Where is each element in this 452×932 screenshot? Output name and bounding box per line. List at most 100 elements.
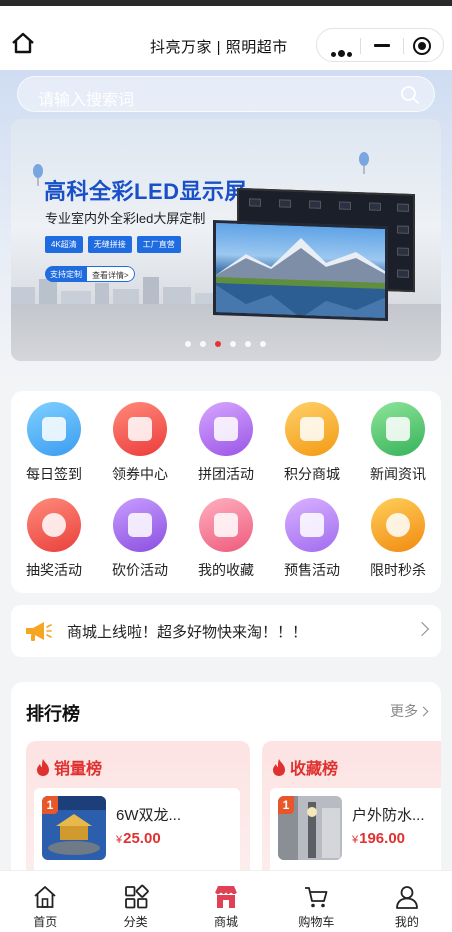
- grid-item-label: 预售活动: [284, 562, 340, 578]
- function-grid: 每日签到 领券中心 拼团活动 积分商城 新闻资讯 抽奖活动 砍价活动 我的收藏 …: [11, 391, 441, 593]
- balloon-icon: [359, 152, 369, 174]
- grid-item-label: 领券中心: [112, 466, 168, 482]
- grid-item-group-buy[interactable]: 拼团活动: [183, 391, 269, 485]
- tab-label: 我的: [394, 915, 419, 929]
- banner-cta[interactable]: 支持定制 查看详情>: [45, 266, 135, 282]
- points-wallet-icon: [285, 402, 339, 456]
- search-placeholder: 请输入搜索词: [38, 92, 135, 109]
- category-grid-icon: [124, 884, 149, 909]
- banner-tag: 工厂直营: [136, 236, 181, 253]
- pager-dot[interactable]: [185, 341, 191, 347]
- pager-dot[interactable]: [200, 341, 206, 347]
- product-name: 6W双龙...: [116, 807, 182, 824]
- home-icon[interactable]: [10, 30, 36, 56]
- chevron-right-icon: [418, 706, 429, 717]
- banner-tags: 4K超清 无缝拼接 工厂直营: [45, 236, 181, 253]
- page-title: 抖亮万家 | 照明超市: [150, 39, 288, 56]
- grid-item-label: 拼团活动: [198, 466, 254, 482]
- product-thumbnail: 1: [278, 796, 342, 860]
- ranking-product-card[interactable]: 1 6W双龙... ¥25.00: [34, 788, 240, 878]
- product-name: 户外防水...: [352, 807, 425, 824]
- grid-item-label: 新闻资讯: [370, 466, 426, 482]
- ranking-section: 排行榜 更多 销量榜 1 6W双龙... ¥25.00 收藏榜 1 户外防水..…: [11, 682, 441, 882]
- tab-label: 分类: [123, 915, 148, 929]
- tab-label: 首页: [33, 915, 58, 929]
- megaphone-icon: [26, 622, 52, 641]
- home-icon: [34, 886, 56, 908]
- currency-symbol: ¥: [352, 834, 359, 846]
- sales-ranking-list[interactable]: 销量榜 1 6W双龙... ¥25.00: [26, 741, 250, 882]
- sales-ranking-title: 销量榜: [54, 761, 103, 778]
- grid-item-label: 砍价活动: [112, 562, 168, 578]
- grid-item-label: 我的收藏: [198, 562, 254, 578]
- grid-item-presale[interactable]: 预售活动: [269, 487, 355, 581]
- group-buy-bag-icon: [199, 402, 253, 456]
- product-price: ¥25.00: [116, 830, 161, 847]
- grid-item-coupon-center[interactable]: 领券中心: [97, 391, 183, 485]
- grid-item-favorites[interactable]: 我的收藏: [183, 487, 269, 581]
- grid-item-flash-sale[interactable]: 限时秒杀: [355, 487, 441, 581]
- banner-cta-left: 支持定制: [45, 266, 87, 282]
- flash-sale-alarm-icon: [371, 498, 425, 552]
- tab-label: 商城: [214, 915, 239, 929]
- grid-item-label: 每日签到: [26, 466, 82, 482]
- notice-text: 商城上线啦！超多好物快来淘！！！: [67, 624, 308, 641]
- pager-dot[interactable]: [230, 341, 236, 347]
- presale-clock-icon: [285, 498, 339, 552]
- lucky-wheel-icon: [27, 498, 81, 552]
- rank-number-badge: 1: [278, 796, 294, 814]
- minimize-icon[interactable]: [374, 44, 390, 47]
- chevron-right-icon: [414, 621, 430, 637]
- pager-dot[interactable]: [260, 341, 266, 347]
- product-thumbnail: 1: [42, 796, 106, 860]
- banner-tag: 4K超清: [45, 236, 83, 253]
- rank-number-badge: 1: [42, 796, 58, 814]
- banner-title: 高科全彩LED显示屏: [44, 179, 248, 204]
- favorites-ranking-title: 收藏榜: [290, 761, 339, 778]
- grid-item-news[interactable]: 新闻资讯: [355, 391, 441, 485]
- favorites-star-icon: [199, 498, 253, 552]
- grid-item-points-mall[interactable]: 积分商城: [269, 391, 355, 485]
- currency-symbol: ¥: [116, 834, 123, 846]
- search-input[interactable]: 请输入搜索词: [17, 76, 435, 112]
- bargain-knife-icon: [113, 498, 167, 552]
- bottom-tab-bar: 首页 分类 商城 购物车 我的: [0, 870, 452, 932]
- pager-dot-active[interactable]: [215, 341, 221, 347]
- favorites-ranking-list[interactable]: 收藏榜 1 户外防水... ¥196.00: [262, 741, 441, 882]
- price-value: 196.00: [359, 830, 406, 847]
- tab-category[interactable]: 分类: [90, 871, 180, 932]
- pager-dot[interactable]: [245, 341, 251, 347]
- tab-mine[interactable]: 我的: [362, 871, 452, 932]
- grid-item-lottery[interactable]: 抽奖活动: [11, 487, 97, 581]
- grid-item-label: 抽奖活动: [26, 562, 82, 578]
- price-value: 25.00: [123, 830, 161, 847]
- calendar-check-icon: [27, 402, 81, 456]
- tab-home[interactable]: 首页: [0, 871, 90, 932]
- shop-store-icon: [214, 886, 238, 908]
- flame-icon: [37, 759, 49, 776]
- notice-bar[interactable]: 商城上线啦！超多好物快来淘！！！: [11, 605, 441, 657]
- cart-icon: [305, 887, 328, 908]
- ranking-title: 排行榜: [26, 704, 80, 724]
- grid-item-daily-checkin[interactable]: 每日签到: [11, 391, 97, 485]
- close-program-icon[interactable]: [413, 37, 431, 55]
- promo-banner[interactable]: 高科全彩LED显示屏 专业室内外全彩led大屏定制 4K超清 无缝拼接 工厂直营…: [11, 119, 441, 361]
- flame-icon: [273, 759, 285, 776]
- tab-label: 购物车: [298, 915, 335, 929]
- banner-pager: [185, 341, 266, 347]
- banner-tag: 无缝拼接: [87, 236, 132, 253]
- banner-subtitle: 专业室内外全彩led大屏定制: [45, 211, 206, 226]
- news-icon: [371, 402, 425, 456]
- favorites-ranking-header: 收藏榜: [272, 755, 338, 779]
- ranking-product-card[interactable]: 1 户外防水... ¥196.00: [270, 788, 441, 878]
- ranking-more-label: 更多: [390, 703, 418, 719]
- coupon-icon: [113, 402, 167, 456]
- tab-shop[interactable]: 商城: [181, 871, 271, 932]
- grid-item-bargain[interactable]: 砍价活动: [97, 487, 183, 581]
- ranking-more-link[interactable]: 更多: [390, 701, 429, 721]
- tab-cart[interactable]: 购物车: [271, 871, 361, 932]
- grid-item-label: 限时秒杀: [370, 562, 426, 578]
- more-options-icon[interactable]: [331, 44, 354, 62]
- search-icon[interactable]: [400, 85, 420, 105]
- sales-ranking-header: 销量榜: [36, 755, 102, 779]
